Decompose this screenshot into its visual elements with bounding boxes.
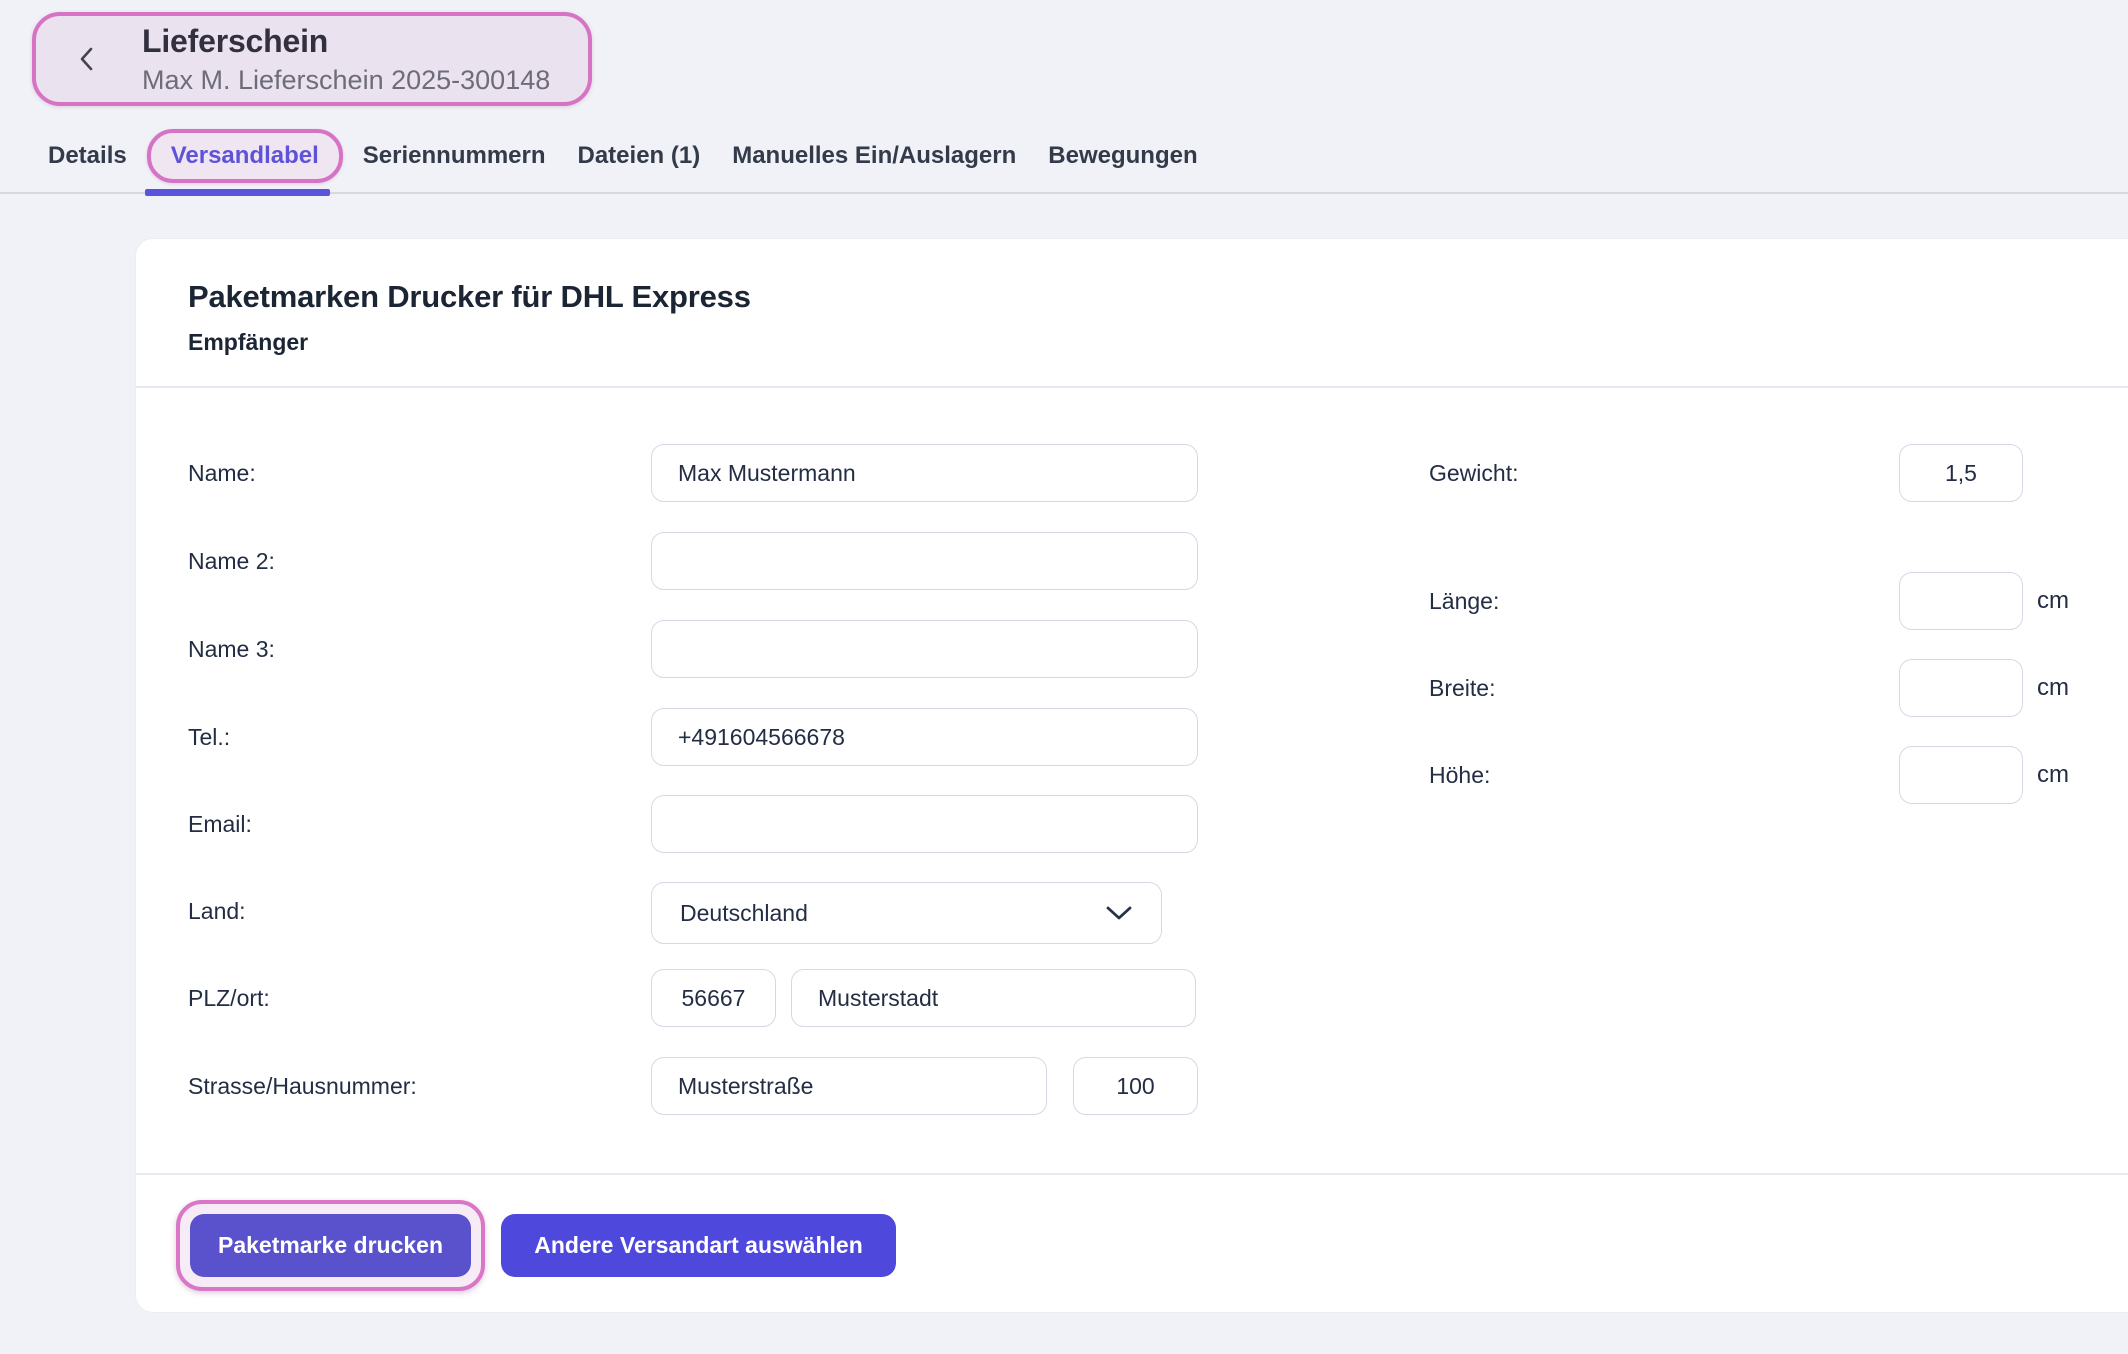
plz-ort-label: PLZ/ort: — [188, 969, 270, 1027]
active-tab-underline — [145, 189, 330, 196]
plz-input[interactable] — [651, 969, 776, 1027]
strasse-input[interactable] — [651, 1057, 1047, 1115]
breite-unit: cm — [2037, 659, 2069, 717]
laenge-label: Länge: — [1429, 572, 1499, 630]
tel-label: Tel.: — [188, 708, 230, 766]
card-subtitle: Empfänger — [188, 329, 751, 356]
gewicht-label: Gewicht: — [1429, 444, 1518, 502]
select-other-shipping-button[interactable]: Andere Versandart auswählen — [501, 1214, 896, 1277]
card-header: Paketmarken Drucker für DHL Express Empf… — [188, 279, 751, 356]
hoehe-unit: cm — [2037, 746, 2069, 804]
hausnummer-input[interactable] — [1073, 1057, 1198, 1115]
header-text: Lieferschein Max M. Lieferschein 2025-30… — [142, 21, 550, 97]
card-header-divider — [136, 386, 2128, 388]
tab-bewegungen[interactable]: Bewegungen — [1048, 142, 1197, 170]
annotation-highlight-active-tab: Versandlabel — [147, 129, 343, 183]
tab-manuelles-ein-auslagern[interactable]: Manuelles Ein/Auslagern — [732, 142, 1016, 170]
land-select-value: Deutschland — [680, 900, 808, 927]
annotation-highlight-header: Lieferschein Max M. Lieferschein 2025-30… — [32, 12, 592, 106]
chevron-left-icon — [77, 45, 97, 73]
card-footer-divider — [136, 1173, 2128, 1175]
page-title: Lieferschein — [142, 21, 550, 61]
name-label: Name: — [188, 444, 256, 502]
name-input[interactable] — [651, 444, 1198, 502]
tab-dateien[interactable]: Dateien (1) — [578, 142, 701, 170]
laenge-input[interactable] — [1899, 572, 2023, 630]
back-button[interactable] — [72, 42, 102, 76]
name2-input[interactable] — [651, 532, 1198, 590]
hoehe-label: Höhe: — [1429, 746, 1490, 804]
name3-input[interactable] — [651, 620, 1198, 678]
card-title: Paketmarken Drucker für DHL Express — [188, 279, 751, 315]
chevron-down-icon — [1105, 905, 1133, 921]
strasse-hausnummer-label: Strasse/Hausnummer: — [188, 1057, 417, 1115]
email-label: Email: — [188, 795, 252, 853]
laenge-unit: cm — [2037, 572, 2069, 630]
email-input[interactable] — [651, 795, 1198, 853]
tab-bar: Details Versandlabel Seriennummern Datei… — [0, 120, 2128, 194]
hoehe-input[interactable] — [1899, 746, 2023, 804]
page-subtitle: Max M. Lieferschein 2025-300148 — [142, 63, 550, 97]
land-select[interactable]: Deutschland — [651, 882, 1162, 944]
tab-details[interactable]: Details — [48, 142, 127, 170]
ort-input[interactable] — [791, 969, 1196, 1027]
shipping-label-card: Paketmarken Drucker für DHL Express Empf… — [135, 238, 2128, 1313]
land-label: Land: — [188, 882, 246, 940]
annotation-highlight-print-button: Paketmarke drucken — [176, 1200, 485, 1291]
breite-label: Breite: — [1429, 659, 1495, 717]
tel-input[interactable] — [651, 708, 1198, 766]
breite-input[interactable] — [1899, 659, 2023, 717]
gewicht-input[interactable] — [1899, 444, 2023, 502]
name3-label: Name 3: — [188, 620, 275, 678]
tab-versandlabel[interactable]: Versandlabel — [171, 142, 319, 170]
tab-seriennummern[interactable]: Seriennummern — [363, 142, 546, 170]
print-label-button[interactable]: Paketmarke drucken — [190, 1214, 471, 1277]
name2-label: Name 2: — [188, 532, 275, 590]
page: Lieferschein Max M. Lieferschein 2025-30… — [0, 0, 2128, 1354]
